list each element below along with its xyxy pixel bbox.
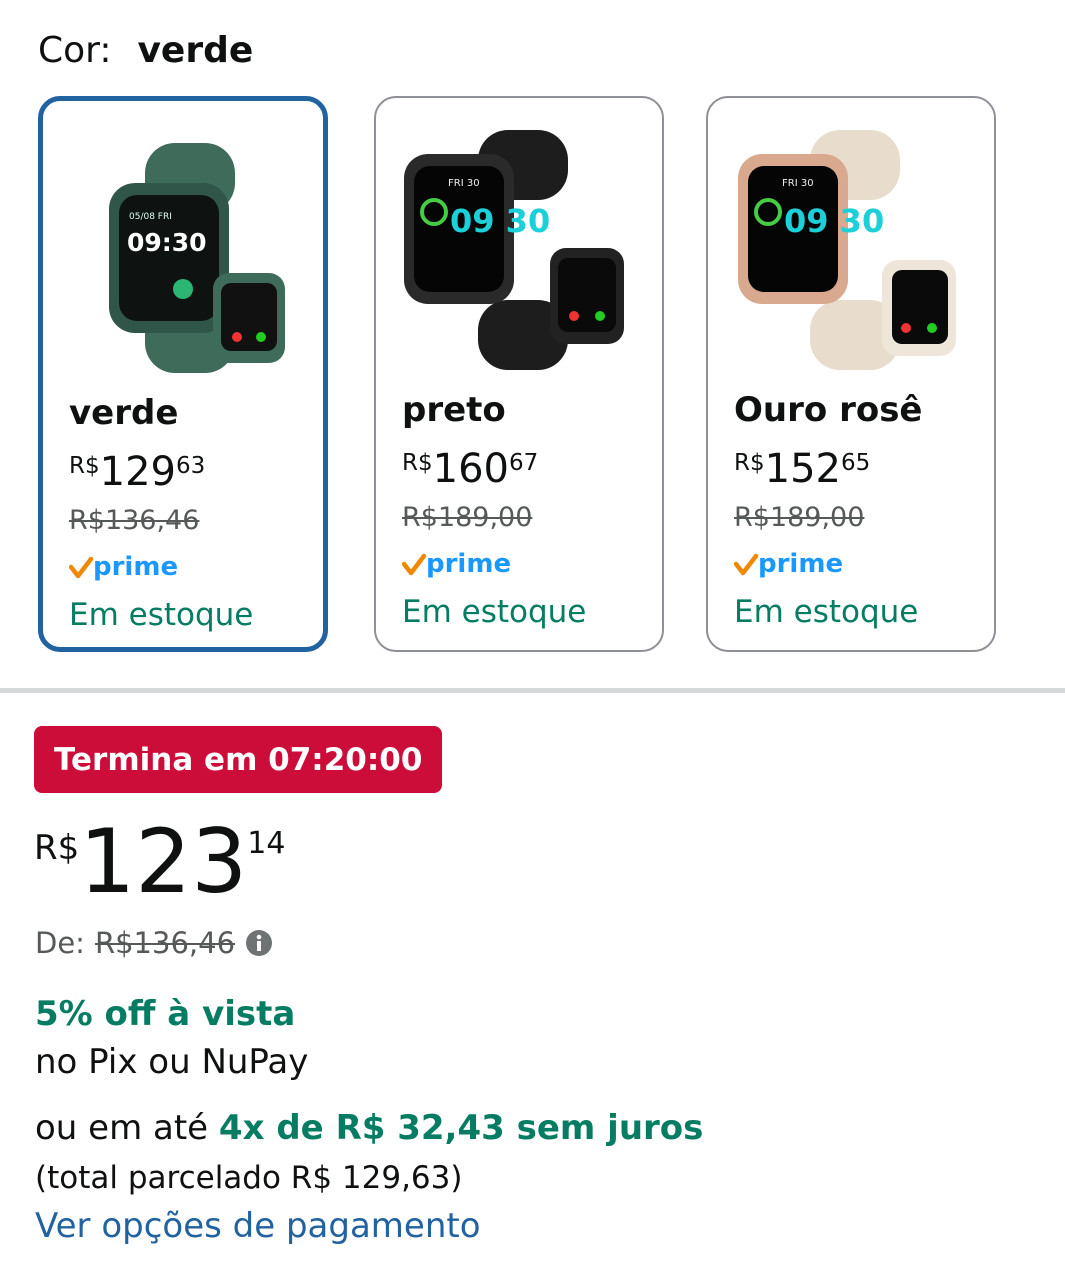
variant-price: R$16067 [402, 446, 538, 492]
color-selector-label: Cor: verde [38, 30, 253, 71]
list-price-row: De: R$136,46 [35, 926, 273, 960]
current-price: R$12314 [34, 812, 285, 912]
variant-list-price: R$189,00 [734, 502, 865, 533]
list-price-value: R$136,46 [94, 926, 236, 960]
price-fraction: 14 [247, 826, 286, 861]
color-swatches: 05/08 FRI 09:30 verde R$12963 R$136,46 p… [38, 96, 1038, 658]
stock-status: Em estoque [734, 594, 919, 630]
installments-total: (total parcelado R$ 129,63) [35, 1160, 463, 1196]
prime-badge: prime [69, 552, 178, 582]
swatch-preto[interactable]: FRI 30 09 30 preto R$16067 R$189,00 prim… [374, 96, 664, 652]
watch-time: 09 30 [784, 202, 884, 240]
payment-options-link[interactable]: Ver opções de pagamento [35, 1206, 481, 1246]
prime-label: prime [758, 549, 843, 579]
variant-price: R$12963 [69, 449, 205, 495]
stock-status: Em estoque [402, 594, 587, 630]
price-currency: R$ [402, 450, 433, 476]
list-price-label: De: [35, 926, 85, 960]
watch-date: FRI 30 [448, 178, 480, 189]
pix-discount: 5% off à vista [35, 994, 296, 1034]
installments-prefix: ou em até [35, 1108, 209, 1148]
selected-color: verde [137, 30, 254, 71]
variant-name: verde [69, 393, 179, 433]
variant-list-price: R$136,46 [69, 505, 200, 536]
variant-name: preto [402, 390, 506, 430]
price-currency: R$ [734, 450, 765, 476]
price-fraction: 67 [508, 450, 539, 476]
watch-image-ouro-rose: FRI 30 09 30 [738, 130, 956, 370]
price-whole: 160 [432, 446, 509, 492]
watch-image-verde: 05/08 FRI 09:30 [109, 143, 285, 373]
prime-badge: prime [402, 549, 511, 579]
swatch-ouro-rose[interactable]: FRI 30 09 30 Ouro rosê R$15265 R$189,00 … [706, 96, 996, 652]
deal-timer-badge: Termina em 07:20:00 [34, 726, 443, 793]
price-currency: R$ [34, 828, 80, 868]
variant-list-price: R$189,00 [402, 502, 533, 533]
price-fraction: 63 [175, 453, 206, 479]
pix-methods: no Pix ou NuPay [35, 1042, 309, 1082]
prime-label: prime [426, 549, 511, 579]
prime-badge: prime [734, 549, 843, 579]
watch-date: 05/08 FRI [129, 212, 172, 222]
price-fraction: 65 [840, 450, 871, 476]
price-whole: 123 [79, 810, 248, 913]
watch-time: 09 30 [450, 202, 550, 240]
variant-price: R$15265 [734, 446, 870, 492]
info-icon[interactable] [245, 929, 273, 957]
watch-date: FRI 30 [782, 178, 814, 189]
variant-name: Ouro rosê [734, 390, 923, 430]
price-currency: R$ [69, 453, 100, 479]
watch-time: 09:30 [127, 228, 207, 257]
installments-text: ou em até 4x de R$ 32,43 sem juros [35, 1108, 703, 1148]
price-whole: 129 [99, 449, 176, 495]
price-whole: 152 [764, 446, 841, 492]
stock-status: Em estoque [69, 597, 254, 633]
color-label: Cor: [38, 30, 112, 71]
watch-image-preto: FRI 30 09 30 [404, 130, 624, 370]
installments-highlight: 4x de R$ 32,43 sem juros [218, 1108, 704, 1148]
section-divider [0, 688, 1065, 693]
prime-label: prime [93, 552, 178, 582]
swatch-verde[interactable]: 05/08 FRI 09:30 verde R$12963 R$136,46 p… [38, 96, 328, 652]
